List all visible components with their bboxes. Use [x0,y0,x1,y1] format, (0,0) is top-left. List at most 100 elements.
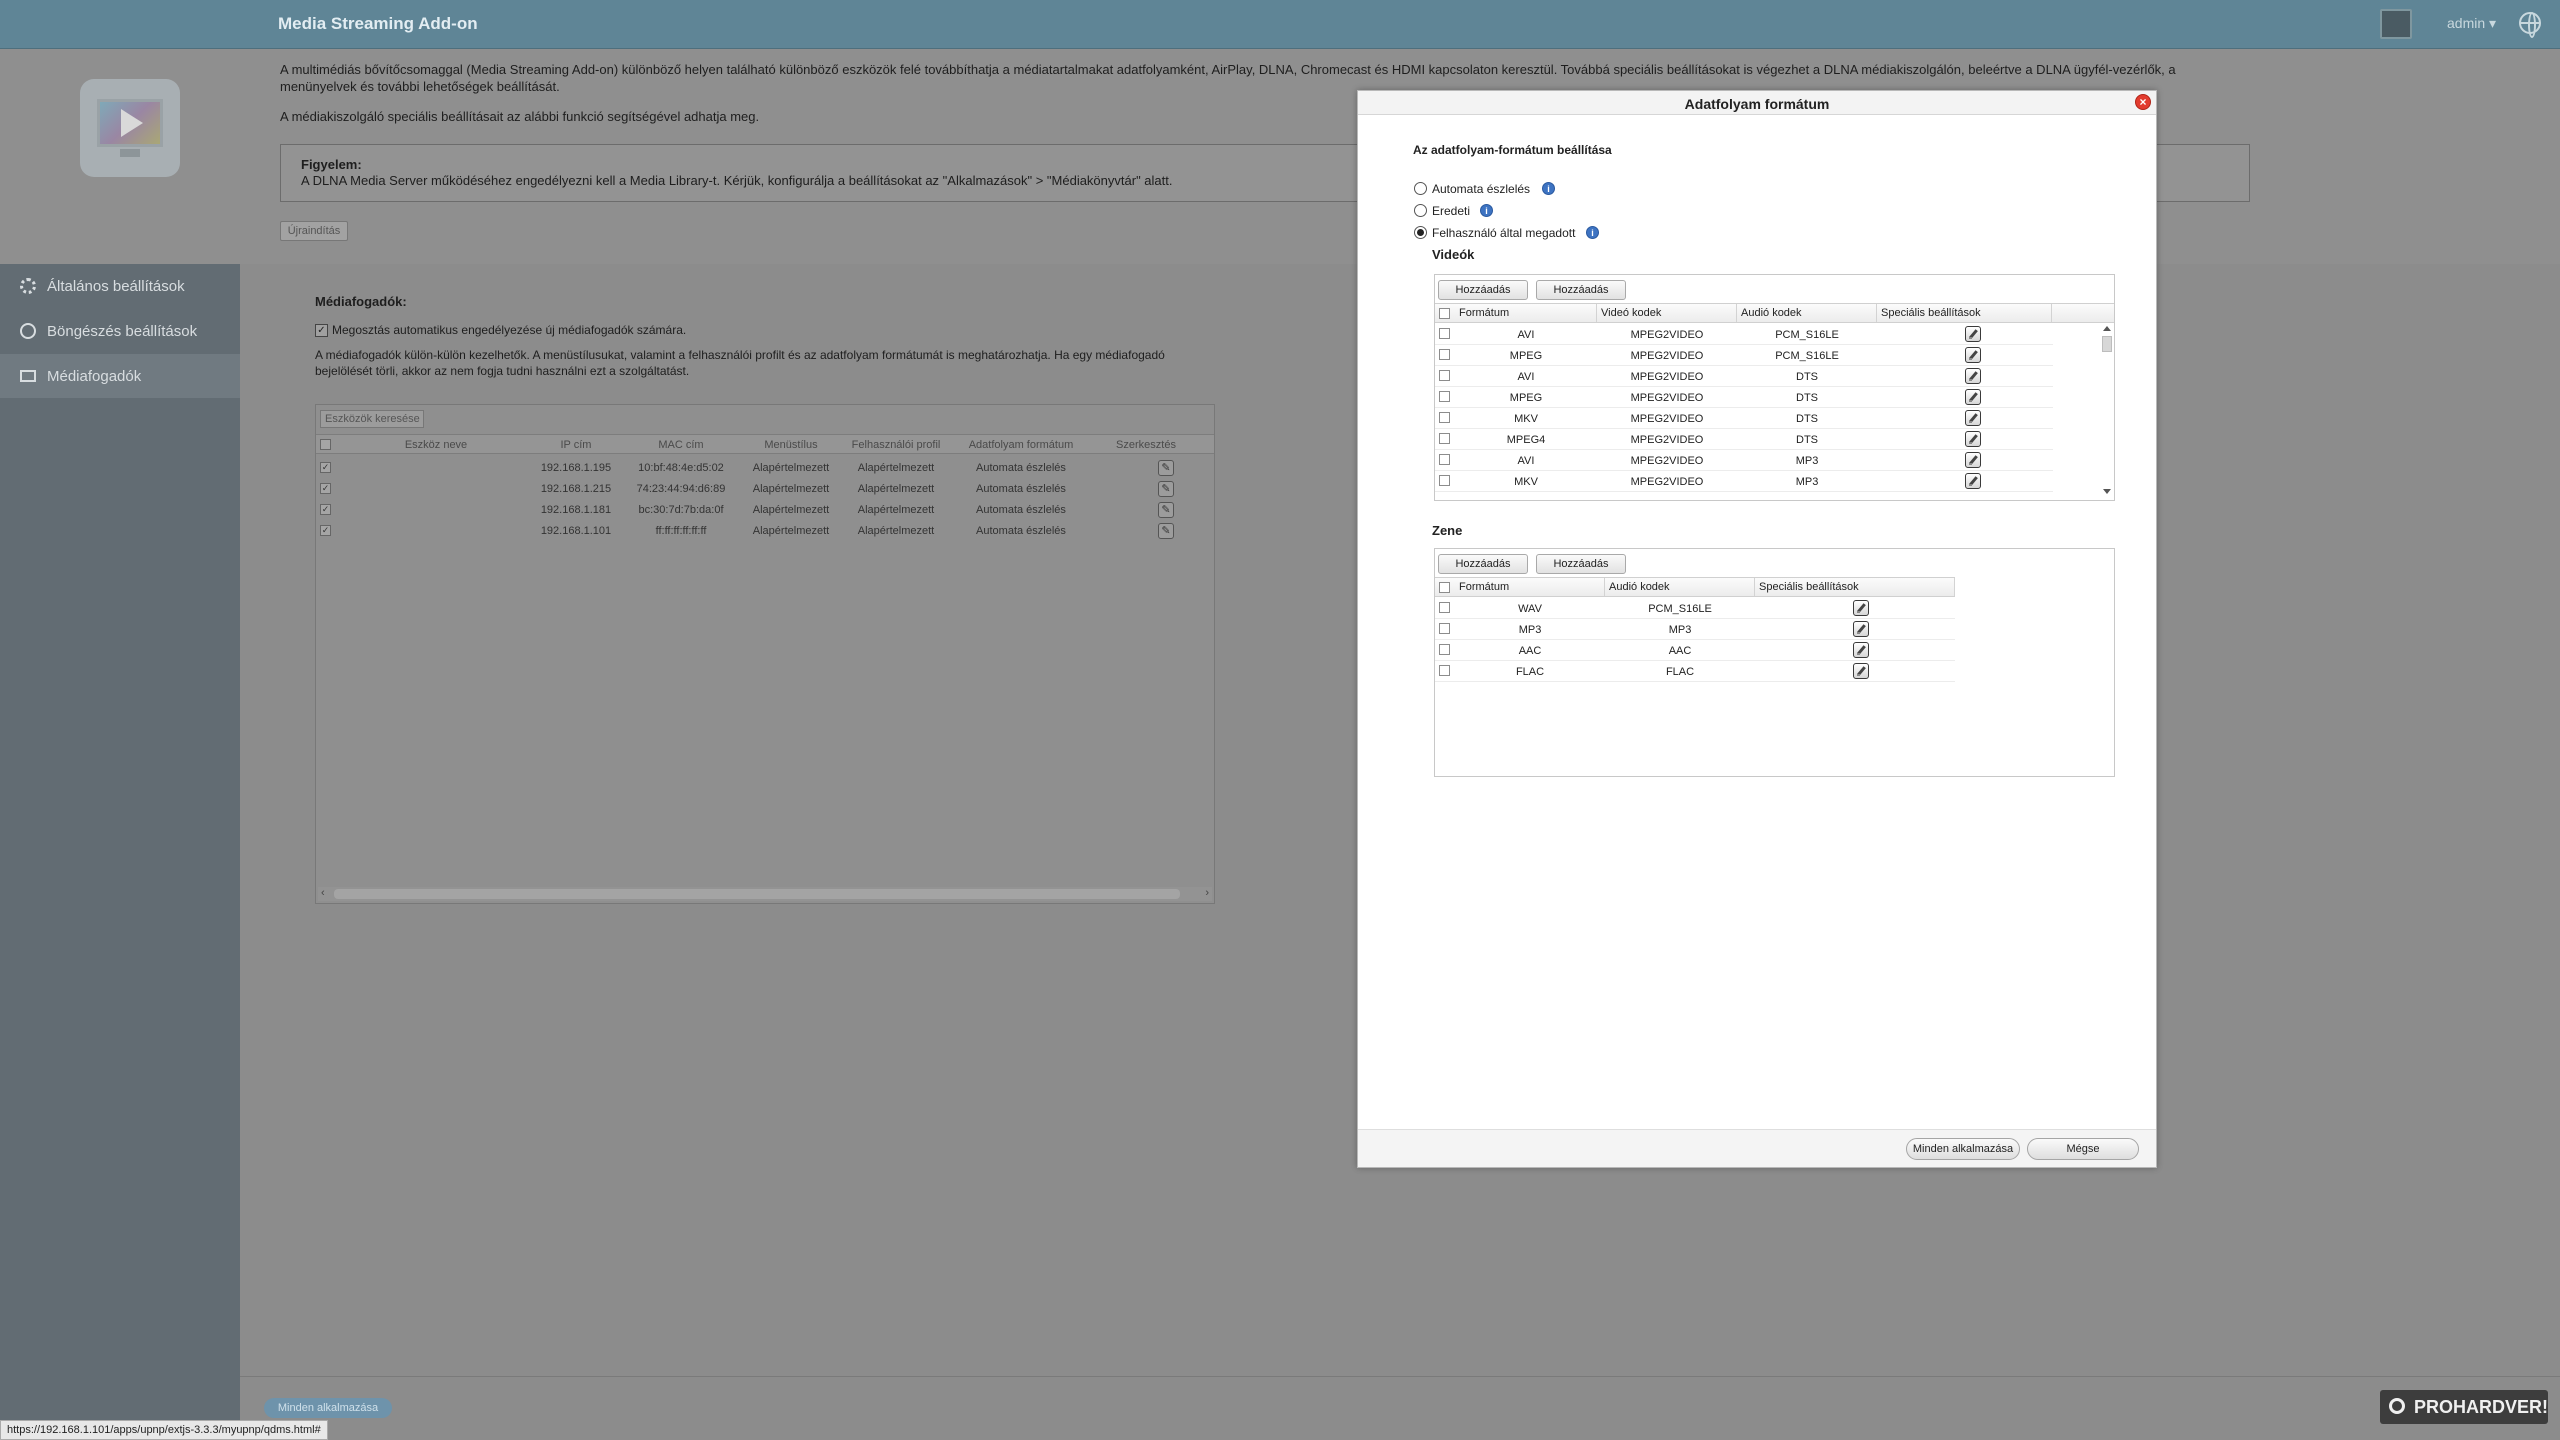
row-checkbox[interactable]: ✓ [320,504,331,515]
list-item[interactable]: MKV MPEG2VIDEO MP3 [1435,471,2053,492]
scroll-up-icon[interactable] [2103,326,2111,331]
horizontal-scrollbar[interactable]: ‹ › [318,887,1212,901]
scroll-down-icon[interactable] [2103,489,2111,494]
edit-icon[interactable] [1853,600,1869,616]
row-checkbox[interactable]: ✓ [320,525,331,536]
scroll-left-icon[interactable]: ‹ [321,887,325,899]
info-icon[interactable]: i [1480,204,1493,217]
sidebar-item-media-receivers[interactable]: Médiafogadók [0,354,240,398]
table-row[interactable]: ✓ 192.168.1.215 74:23:44:94:d6:89 Alapértel… [316,478,1214,499]
scroll-right-icon[interactable]: › [1205,887,1209,899]
notice-body: A DLNA Media Server működéséhez engedély… [301,173,1173,188]
row-checkbox[interactable] [1439,665,1450,676]
col-menu-style[interactable]: Menüstílus [741,439,841,451]
list-item[interactable]: MP3 MP3 [1435,619,1955,640]
row-checkbox[interactable] [1439,391,1450,402]
edit-icon[interactable]: ✎ [1158,523,1174,539]
edit-icon[interactable] [1965,452,1981,468]
row-checkbox[interactable] [1439,644,1450,655]
add-video-button[interactable]: Hozzáadás [1438,280,1528,300]
sidebar-item-general-settings[interactable]: Általános beállítások [0,264,240,308]
row-checkbox[interactable] [1439,623,1450,634]
user-avatar[interactable] [2380,9,2412,39]
row-checkbox[interactable] [1439,454,1450,465]
list-item[interactable]: MPEG MPEG2VIDEO DTS [1435,387,2053,408]
col-mac[interactable]: MAC cím [626,439,736,451]
list-item[interactable]: AAC AAC [1435,640,1955,661]
scrollbar-thumb[interactable] [334,889,1180,899]
edit-icon[interactable] [1853,642,1869,658]
row-checkbox[interactable]: ✓ [320,462,331,473]
sidebar-item-browse-settings[interactable]: Böngészés beállítások [0,309,240,353]
edit-icon[interactable] [1965,347,1981,363]
edit-icon[interactable]: ✎ [1158,460,1174,476]
table-row[interactable]: ✓ 192.168.1.181 bc:30:7d:7b:da:0f Alapértel… [316,499,1214,520]
row-checkbox[interactable] [1439,433,1450,444]
col-format[interactable]: Formátum [1455,304,1597,322]
row-checkbox[interactable] [1439,475,1450,486]
radio-button[interactable] [1414,182,1427,195]
col-user-profile[interactable]: Felhasználói profil [846,439,946,451]
col-stream-format[interactable]: Adatfolyam formátum [956,439,1086,451]
col-format[interactable]: Formátum [1455,578,1605,596]
list-item[interactable]: MPEG4 MPEG2VIDEO DTS [1435,429,2053,450]
list-item[interactable]: WAV PCM_S16LE [1435,598,1955,619]
select-all-checkbox[interactable] [320,439,331,450]
close-icon[interactable]: × [2135,94,2151,110]
edit-icon[interactable] [1965,410,1981,426]
apply-all-button[interactable]: Minden alkalmazása [264,1398,392,1418]
sidebar-item-label: Általános beállítások [47,278,185,295]
table-row[interactable]: ✓ 192.168.1.195 10:bf:48:4e:d5:02 Alapértel… [316,457,1214,478]
row-checkbox[interactable] [1439,370,1450,381]
list-item[interactable]: MKV MPEG2VIDEO DTS [1435,408,2053,429]
add-video-button-2[interactable]: Hozzáadás [1536,280,1626,300]
col-device-name[interactable]: Eszköz neve [336,439,536,451]
receivers-table-header: Eszköz neve IP cím MAC cím Menüstílus Fe… [316,434,1214,454]
edit-icon[interactable] [1965,431,1981,447]
list-item[interactable]: AVI MPEG2VIDEO MP3 [1435,450,2053,471]
col-audio-codec[interactable]: Audió kodek [1737,304,1877,322]
col-audio-codec[interactable]: Audió kodek [1605,578,1755,596]
restart-button[interactable]: Újraindítás [280,221,348,241]
add-music-button[interactable]: Hozzáadás [1438,554,1528,574]
col-edit[interactable]: Szerkesztés [1091,439,1201,451]
row-checkbox[interactable] [1439,602,1450,613]
apply-all-button[interactable]: Minden alkalmazása [1906,1138,2020,1160]
edit-icon[interactable] [1965,326,1981,342]
list-item[interactable]: MPEG MPEG2VIDEO PCM_S16LE [1435,345,2053,366]
row-checkbox[interactable]: ✓ [320,483,331,494]
list-item[interactable]: FLAC FLAC [1435,661,1955,682]
select-all-checkbox[interactable] [1439,308,1450,319]
radio-button-selected[interactable] [1414,226,1427,239]
auto-share-checkbox[interactable]: ✓ [315,324,328,337]
cancel-button[interactable]: Mégse [2027,1138,2139,1160]
col-ip[interactable]: IP cím [526,439,626,451]
videos-scrollbar[interactable] [2100,324,2114,496]
globe-icon[interactable] [2519,12,2541,38]
info-icon[interactable]: i [1586,226,1599,239]
search-devices-button[interactable]: Eszközök keresése [320,410,424,428]
col-special-settings[interactable]: Speciális beállítások [1755,578,1955,596]
edit-icon[interactable] [1965,368,1981,384]
user-menu[interactable]: admin ▾ [2447,15,2496,32]
edit-icon[interactable] [1853,663,1869,679]
edit-icon[interactable] [1965,473,1981,489]
add-music-button-2[interactable]: Hozzáadás [1536,554,1626,574]
edit-icon[interactable]: ✎ [1158,502,1174,518]
row-checkbox[interactable] [1439,349,1450,360]
edit-icon[interactable] [1965,389,1981,405]
list-item[interactable]: AVI MPEG2VIDEO DTS [1435,366,2053,387]
table-row[interactable]: ✓ 192.168.1.101 ff:ff:ff:ff:ff:ff Alapértel… [316,520,1214,541]
row-checkbox[interactable] [1439,328,1450,339]
edit-icon[interactable] [1853,621,1869,637]
col-video-codec[interactable]: Videó kodek [1597,304,1737,322]
radio-button[interactable] [1414,204,1427,217]
select-all-checkbox[interactable] [1439,582,1450,593]
col-special-settings[interactable]: Speciális beállítások [1877,304,2052,322]
edit-icon[interactable]: ✎ [1158,481,1174,497]
app-background: Media Streaming Add-on admin ▾ A multimé… [0,0,2560,1440]
row-checkbox[interactable] [1439,412,1450,423]
list-item[interactable]: AVI MPEG2VIDEO PCM_S16LE [1435,324,2053,345]
scrollbar-thumb[interactable] [2102,336,2112,352]
info-icon[interactable]: i [1542,182,1555,195]
